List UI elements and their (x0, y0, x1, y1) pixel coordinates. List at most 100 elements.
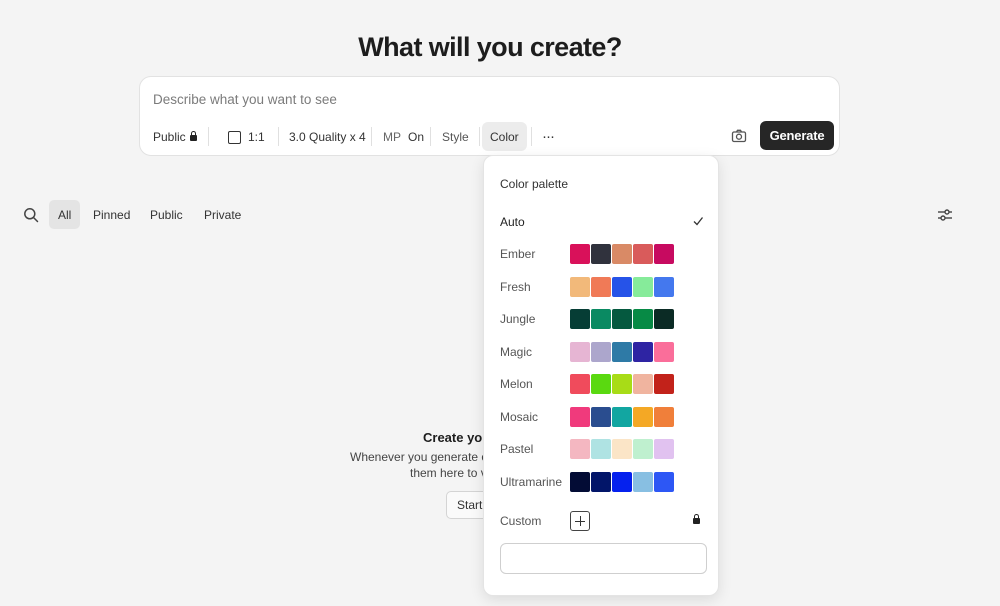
empty-state-text: them here to v (410, 466, 487, 480)
color-swatch (570, 309, 590, 329)
divider (479, 127, 480, 146)
color-swatch (633, 374, 653, 394)
color-swatch (570, 406, 590, 427)
empty-state-text: Whenever you generate o (350, 450, 489, 464)
style-button[interactable]: Style (442, 126, 469, 148)
palette-label: Ember (500, 247, 536, 261)
palette-swatches (570, 471, 674, 492)
color-swatch (612, 374, 632, 394)
color-swatch (570, 341, 590, 362)
color-swatch (654, 374, 674, 394)
color-swatch (612, 439, 632, 459)
quality-button[interactable]: 3.0 Quality x 4 (289, 126, 366, 148)
visibility-toggle[interactable]: Public (153, 126, 197, 148)
color-swatch (591, 471, 611, 492)
color-swatch (570, 439, 590, 459)
color-swatch (591, 439, 611, 459)
palette-swatches (570, 374, 674, 394)
color-swatch (591, 406, 611, 427)
palette-label: Custom (500, 514, 542, 528)
color-swatch (612, 406, 632, 427)
color-swatch (633, 439, 653, 459)
palette-label: Melon (500, 377, 533, 391)
color-swatch (591, 309, 611, 329)
color-swatch (591, 341, 611, 362)
color-swatch (654, 341, 674, 362)
color-swatch (612, 276, 632, 297)
divider (278, 127, 279, 146)
search-icon[interactable] (23, 207, 39, 223)
mp-value: On (408, 130, 425, 144)
divider (208, 127, 209, 146)
aspect-ratio-button[interactable]: 1:1 (228, 126, 265, 148)
color-swatch (612, 341, 632, 362)
palette-option-custom[interactable]: Custom (500, 510, 704, 532)
color-swatch (591, 374, 611, 394)
palette-label: Auto (500, 215, 525, 229)
menu-title: Color palette (500, 177, 569, 191)
sliders-icon[interactable] (937, 207, 953, 223)
color-swatch (633, 276, 653, 297)
palette-option-mosaic[interactable]: Mosaic (500, 406, 704, 428)
prompt-card: Public 1:1 3.0 Quality x 4 MP On Style C… (139, 76, 840, 156)
color-swatch (633, 309, 653, 329)
square-icon (228, 130, 241, 144)
palette-option-melon[interactable]: Melon (500, 373, 704, 395)
empty-state-title: Create you (423, 430, 491, 445)
palette-option-ultramarine[interactable]: Ultramarine (500, 471, 704, 493)
palette-label: Pastel (500, 442, 534, 456)
palette-swatches (570, 341, 674, 362)
page-title: What will you create? (358, 32, 622, 62)
color-swatch (570, 276, 590, 297)
lock-icon (189, 131, 197, 141)
visibility-label: Public (153, 130, 186, 144)
color-swatch (570, 471, 590, 492)
divider (531, 127, 532, 146)
custom-palette-input[interactable] (500, 543, 707, 574)
style-label: Style (442, 130, 469, 144)
color-swatch (633, 244, 653, 264)
color-swatch (633, 341, 653, 362)
palette-label: Magic (500, 344, 533, 359)
filter-tab-pinned[interactable]: Pinned (84, 200, 139, 229)
filter-tab-public[interactable]: Public (141, 200, 192, 229)
palette-label: Ultramarine (500, 474, 563, 489)
color-swatch (654, 309, 674, 329)
palette-option-pastel[interactable]: Pastel (500, 438, 704, 460)
color-swatch (570, 244, 590, 264)
color-swatch (591, 244, 611, 264)
color-swatch (633, 471, 653, 492)
color-swatch (591, 276, 611, 297)
prompt-input[interactable] (153, 89, 713, 109)
color-swatch (612, 244, 632, 264)
palette-option-magic[interactable]: Magic (500, 341, 704, 363)
add-custom-palette-button[interactable] (570, 511, 590, 531)
palette-label: Jungle (500, 312, 536, 326)
mp-toggle[interactable]: MP On (383, 126, 424, 148)
color-swatch (654, 276, 674, 297)
color-swatch (654, 471, 674, 492)
more-icon[interactable]: ··· (542, 125, 555, 147)
divider (371, 127, 372, 146)
color-button[interactable]: Color (482, 122, 527, 151)
filter-tab-all[interactable]: All (49, 200, 81, 229)
palette-swatches (570, 406, 674, 427)
palette-swatches (570, 439, 674, 459)
color-swatch (633, 406, 653, 427)
filter-tab-private[interactable]: Private (195, 200, 250, 229)
generate-button[interactable]: Generate (760, 121, 834, 150)
color-swatch (612, 471, 632, 492)
palette-option-auto[interactable]: Auto (500, 211, 704, 233)
palette-option-jungle[interactable]: Jungle (500, 308, 704, 330)
palette-option-fresh[interactable]: Fresh (500, 276, 704, 298)
color-label: Color (490, 129, 519, 144)
lock-icon (693, 514, 700, 524)
color-swatch (570, 374, 590, 394)
palette-option-ember[interactable]: Ember (500, 243, 704, 265)
aspect-label: 1:1 (248, 130, 265, 144)
camera-icon[interactable] (731, 128, 747, 144)
divider (430, 127, 431, 146)
mp-label: MP (383, 130, 401, 144)
color-swatch (654, 439, 674, 459)
palette-label: Mosaic (500, 409, 539, 424)
